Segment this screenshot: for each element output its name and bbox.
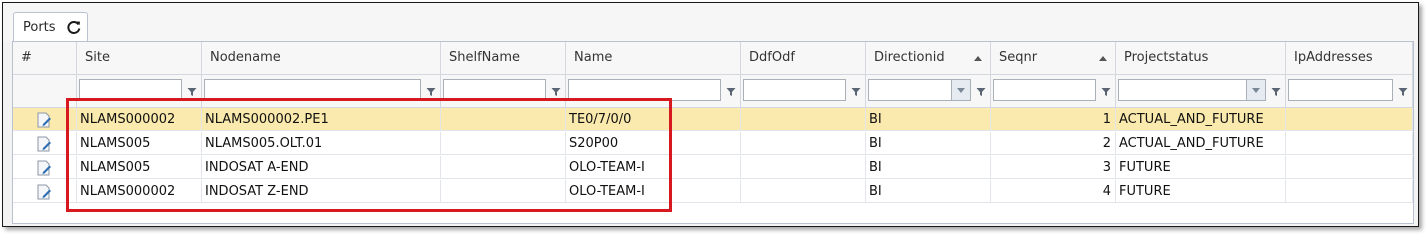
column-header-seqnr[interactable]: Seqnr (991, 42, 1116, 74)
column-header-nodename[interactable]: Nodename (202, 42, 441, 74)
cell-ddfodf (741, 156, 866, 179)
column-header-label: IpAddresses (1294, 50, 1373, 65)
cell-directionid: BI (866, 180, 991, 203)
filter-funnel-icon[interactable] (1398, 87, 1408, 97)
chevron-down-icon[interactable] (951, 80, 970, 100)
cell-ipaddresses (1286, 180, 1413, 203)
chevron-down-icon[interactable] (1246, 80, 1265, 100)
column-header-projectstatus[interactable]: Projectstatus (1116, 42, 1286, 74)
column-header-label: Name (574, 50, 613, 65)
cell-ipaddresses (1286, 156, 1413, 179)
cell-projectstatus: ACTUAL_AND_FUTURE (1116, 108, 1286, 131)
filter-funnel-icon[interactable] (1271, 87, 1281, 97)
column-header-label: Seqnr (999, 50, 1038, 65)
cell-seqnr: 4 (991, 180, 1116, 203)
filter-input-seqnr[interactable] (993, 79, 1096, 101)
filter-cell-ipaddresses (1286, 75, 1413, 107)
filter-cell-projectstatus (1116, 75, 1286, 107)
edit-icon[interactable] (36, 184, 52, 200)
tab-ports-label: Ports (23, 20, 56, 35)
highlight-box (66, 98, 672, 212)
cell-seqnr: 2 (991, 132, 1116, 155)
cell-ddfodf (741, 132, 866, 155)
edit-icon[interactable] (36, 160, 52, 176)
filter-funnel-icon[interactable] (851, 87, 861, 97)
filter-funnel-icon[interactable] (551, 87, 561, 97)
column-header-name[interactable]: Name (566, 42, 741, 74)
filter-cell-directionid (866, 75, 991, 107)
cell-ddfodf (741, 108, 866, 131)
cell-seqnr: 3 (991, 156, 1116, 179)
filter-cell-ddfodf (741, 75, 866, 107)
filter-funnel-icon[interactable] (426, 87, 436, 97)
refresh-icon[interactable] (66, 19, 82, 35)
cell-ddfodf (741, 180, 866, 203)
filter-input-ipaddresses[interactable] (1288, 79, 1393, 101)
cell-ipaddresses (1286, 108, 1413, 131)
column-header-label: ShelfName (449, 50, 521, 65)
column-header-row-number[interactable]: # (13, 42, 77, 74)
column-header-site[interactable]: Site (77, 42, 202, 74)
cell-ipaddresses (1286, 132, 1413, 155)
column-header-ipaddresses[interactable]: IpAddresses (1286, 42, 1413, 74)
cell-directionid: BI (866, 132, 991, 155)
cell-directionid: BI (866, 156, 991, 179)
column-header-label: Directionid (874, 50, 945, 65)
filter-funnel-icon[interactable] (1101, 87, 1111, 97)
cell-projectstatus: ACTUAL_AND_FUTURE (1116, 132, 1286, 155)
filter-select-directionid[interactable] (868, 79, 971, 101)
grid-header: # Site Nodename ShelfName Name DdfOdf Directio… (13, 42, 1413, 75)
filter-cell-seqnr (991, 75, 1116, 107)
cell-projectstatus: FUTURE (1116, 156, 1286, 179)
edit-icon[interactable] (36, 112, 52, 128)
column-header-directionid[interactable]: Directionid (866, 42, 991, 74)
column-header-label: # (21, 50, 32, 65)
filter-funnel-icon[interactable] (726, 87, 736, 97)
filter-input-ddfodf[interactable] (743, 79, 846, 101)
cell-projectstatus: FUTURE (1116, 180, 1286, 203)
column-header-label: Nodename (210, 50, 281, 65)
filter-funnel-icon[interactable] (976, 87, 986, 97)
edit-icon[interactable] (36, 136, 52, 152)
sort-ascending-icon[interactable] (1099, 56, 1107, 61)
column-header-label: Projectstatus (1124, 50, 1209, 65)
cell-seqnr: 1 (991, 108, 1116, 131)
filter-funnel-icon[interactable] (187, 87, 197, 97)
sort-ascending-icon[interactable] (974, 56, 982, 61)
tab-ports[interactable]: Ports (13, 12, 88, 42)
column-header-ddfodf[interactable]: DdfOdf (741, 42, 866, 74)
cell-directionid: BI (866, 108, 991, 131)
column-header-label: DdfOdf (749, 50, 795, 65)
column-header-shelfname[interactable]: ShelfName (441, 42, 566, 74)
filter-select-projectstatus[interactable] (1118, 79, 1266, 101)
tab-strip: Ports (3, 3, 1418, 42)
column-header-label: Site (85, 50, 110, 65)
